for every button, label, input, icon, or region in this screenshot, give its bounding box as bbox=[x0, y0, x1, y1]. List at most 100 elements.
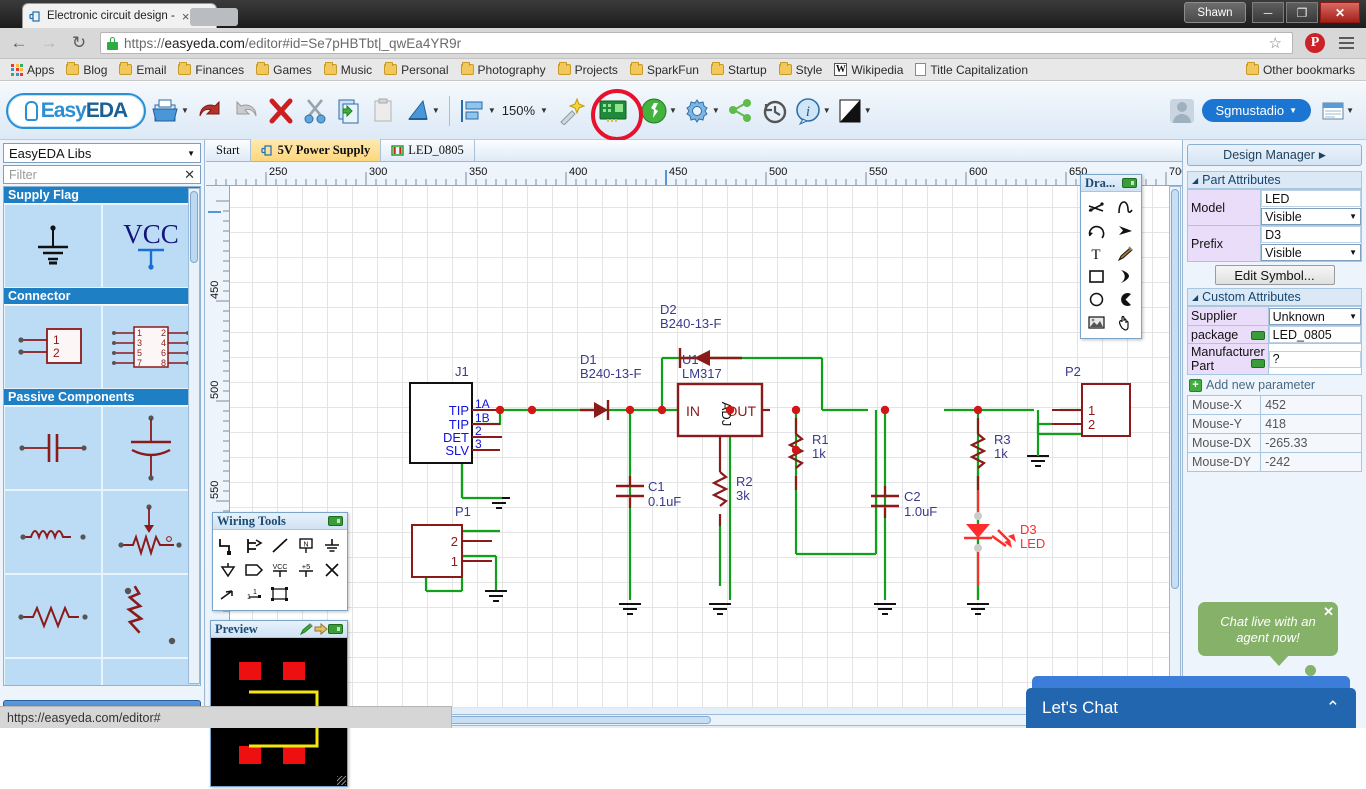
paste-button[interactable] bbox=[367, 91, 399, 131]
spline-tool[interactable] bbox=[1111, 196, 1140, 219]
canvas-vertical-scrollbar[interactable] bbox=[1169, 186, 1181, 706]
rectangle-tool[interactable] bbox=[1082, 265, 1111, 288]
undo-button[interactable] bbox=[193, 91, 227, 131]
library-item-extra-2[interactable] bbox=[102, 658, 200, 686]
drawing-tools-titlebar[interactable]: Dra... bbox=[1081, 175, 1141, 192]
ground-flag-tool[interactable] bbox=[215, 558, 241, 582]
reload-icon[interactable]: ↻ bbox=[66, 30, 92, 56]
user-menu-button[interactable]: Sgmustadio ▼ bbox=[1202, 99, 1312, 122]
pinterest-extension-icon[interactable]: P bbox=[1305, 33, 1325, 53]
library-item-polarized-capacitor[interactable] bbox=[102, 406, 200, 490]
bookmark-personal[interactable]: Personal bbox=[379, 62, 453, 78]
text-tool[interactable]: T bbox=[1082, 242, 1111, 265]
prefix-visibility-select[interactable]: Visible▼ bbox=[1261, 244, 1361, 261]
share-button[interactable] bbox=[724, 91, 756, 131]
zoom-level-label[interactable]: 150% bbox=[500, 103, 537, 118]
library-item-potentiometer[interactable] bbox=[102, 490, 200, 574]
chevron-down-icon[interactable]: ▼ bbox=[488, 106, 496, 115]
bookmark-music[interactable]: Music bbox=[319, 62, 377, 78]
format-button[interactable]: ▼ bbox=[401, 91, 442, 131]
redo-button[interactable] bbox=[229, 91, 263, 131]
delete-button[interactable] bbox=[265, 91, 297, 131]
vcc-tool[interactable]: VCC bbox=[267, 558, 293, 582]
add-new-parameter-button[interactable]: + Add new parameter bbox=[1187, 375, 1362, 395]
chat-bar[interactable]: Let's Chat ⌃ bbox=[1026, 688, 1356, 728]
canvas-vertical-scrollbar-thumb[interactable] bbox=[1171, 189, 1179, 589]
bookmark-startup[interactable]: Startup bbox=[706, 62, 772, 78]
bookmark-finances[interactable]: Finances bbox=[173, 62, 249, 78]
window-maximize-button[interactable]: ❐ bbox=[1286, 2, 1318, 23]
manufacturer-part-input[interactable]: ? bbox=[1269, 351, 1361, 368]
tab-5v-power-supply[interactable]: 5V Power Supply bbox=[251, 139, 382, 161]
library-item-gnd[interactable] bbox=[4, 204, 102, 288]
pin-icon[interactable] bbox=[328, 624, 343, 634]
tab-start[interactable]: Start bbox=[206, 139, 251, 161]
bookmark-apps[interactable]: Apps bbox=[6, 62, 59, 78]
library-scrollbar[interactable] bbox=[188, 188, 200, 684]
library-item-inductor[interactable] bbox=[4, 490, 102, 574]
resize-handle[interactable] bbox=[337, 776, 346, 785]
bookmark-games[interactable]: Games bbox=[251, 62, 317, 78]
arc-tool[interactable] bbox=[1082, 219, 1111, 242]
convert-to-pcb-button[interactable] bbox=[590, 88, 636, 134]
forward-icon[interactable]: → bbox=[36, 30, 62, 56]
bookmark-photography[interactable]: Photography bbox=[456, 62, 551, 78]
new-tab-button[interactable] bbox=[190, 8, 238, 26]
bookmark-email[interactable]: Email bbox=[114, 62, 171, 78]
pin-tool[interactable] bbox=[215, 582, 241, 606]
library-item-varistor[interactable] bbox=[102, 574, 200, 658]
chevron-down-icon[interactable]: ▼ bbox=[864, 106, 872, 115]
netflag-tool[interactable]: 11 bbox=[241, 582, 267, 606]
align-button[interactable]: ▼ bbox=[457, 91, 498, 131]
model-visibility-select[interactable]: Visible▼ bbox=[1261, 208, 1361, 225]
chevron-down-icon[interactable]: ▼ bbox=[669, 106, 677, 115]
library-item-vcc[interactable]: VCC bbox=[102, 204, 200, 288]
netlabel-tool[interactable]: N bbox=[293, 534, 319, 558]
custom-attributes-header[interactable]: ◢ Custom Attributes bbox=[1187, 288, 1362, 306]
theme-button[interactable]: ▼ bbox=[835, 91, 874, 131]
library-item-capacitor[interactable] bbox=[4, 406, 102, 490]
clear-filter-icon[interactable]: ✕ bbox=[184, 167, 195, 183]
browser-menu-icon[interactable] bbox=[1333, 37, 1360, 49]
wire-tool[interactable] bbox=[215, 534, 241, 558]
cut-button[interactable] bbox=[299, 91, 331, 131]
schematic-canvas[interactable]: J1 TIP TIP DET SLV 1A 1B 2 3 bbox=[230, 186, 1169, 708]
bookmark-sparkfun[interactable]: SparkFun bbox=[625, 62, 704, 78]
bookmark-style[interactable]: Style bbox=[774, 62, 828, 78]
window-user-button[interactable]: Shawn bbox=[1184, 2, 1246, 23]
sheet-symbol-tool[interactable] bbox=[267, 582, 293, 606]
history-button[interactable] bbox=[758, 91, 790, 131]
bookmark-star-icon[interactable]: ☆ bbox=[1265, 34, 1286, 52]
library-component-list[interactable]: Supply Flag VCC bbox=[3, 186, 201, 686]
library-scrollbar-thumb[interactable] bbox=[190, 191, 198, 263]
visible-tag-icon[interactable] bbox=[1251, 359, 1265, 368]
circle-tool[interactable] bbox=[1082, 288, 1111, 311]
library-filter-input[interactable]: Filter ✕ bbox=[3, 165, 201, 184]
info-button[interactable]: i▼ bbox=[792, 91, 833, 131]
model-value-input[interactable]: LED bbox=[1261, 190, 1361, 207]
library-item-resistor[interactable] bbox=[4, 574, 102, 658]
library-item-header-8pin[interactable]: 12 34 56 78 bbox=[102, 305, 200, 389]
browser-tab-active[interactable]: Electronic circuit design - × bbox=[22, 3, 217, 28]
window-minimize-button[interactable]: ─ bbox=[1252, 2, 1284, 23]
open-file-button[interactable]: ▼ bbox=[148, 91, 191, 131]
chevron-down-icon[interactable]: ▼ bbox=[181, 106, 189, 115]
tab-led-0805[interactable]: LED_0805 bbox=[381, 139, 475, 161]
pin-icon[interactable] bbox=[328, 516, 343, 526]
supplier-select[interactable]: Unknown▼ bbox=[1269, 308, 1361, 325]
open-arrow-icon[interactable] bbox=[314, 623, 328, 635]
bookmark-blog[interactable]: Blog bbox=[61, 62, 112, 78]
library-group-header[interactable]: Passive Components bbox=[4, 389, 200, 406]
wiring-tools-titlebar[interactable]: Wiring Tools bbox=[213, 513, 347, 530]
library-group-header[interactable]: Connector bbox=[4, 288, 200, 305]
window-close-button[interactable]: ✕ bbox=[1320, 2, 1360, 23]
canvas-horizontal-scrollbar-thumb[interactable] bbox=[411, 716, 711, 724]
pencil-tool[interactable] bbox=[1111, 242, 1140, 265]
wizard-button[interactable] bbox=[556, 91, 588, 131]
prefix-value-input[interactable]: D3 bbox=[1261, 226, 1361, 243]
chevron-down-icon[interactable]: ▼ bbox=[432, 106, 440, 115]
no-connect-tool[interactable] bbox=[319, 558, 345, 582]
close-icon[interactable]: × bbox=[182, 9, 190, 24]
bus-tool[interactable] bbox=[241, 534, 267, 558]
close-icon[interactable]: ✕ bbox=[1323, 604, 1334, 620]
